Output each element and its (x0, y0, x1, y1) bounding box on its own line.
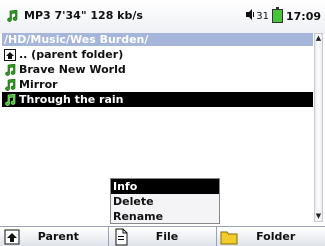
parent-folder-icon (4, 48, 16, 61)
current-path: /HD/Music/Wes Burden/ (2, 33, 313, 46)
status-bar: MP3 7'34" 128 kb/s 31 17:09 (0, 0, 325, 34)
menu-item-info[interactable]: Info (111, 179, 219, 194)
parent-button[interactable]: Parent (0, 226, 109, 246)
music-note-icon (4, 93, 16, 106)
file-list: .. (parent folder) Brave New World Mirro… (2, 47, 313, 107)
folder-button-label: Folder (256, 230, 296, 243)
folder-icon (220, 228, 238, 246)
music-note-icon (6, 9, 18, 22)
menu-item-rename[interactable]: Rename (111, 209, 219, 224)
list-item-parent-folder[interactable]: .. (parent folder) (2, 47, 313, 62)
scrollbar[interactable]: ▲ ▼ (314, 33, 323, 222)
folder-button[interactable]: Folder (217, 226, 325, 246)
battery-icon (271, 7, 283, 23)
list-item-label: Through the rain (19, 93, 124, 106)
menu-item-delete[interactable]: Delete (111, 194, 219, 209)
scroll-down-icon[interactable]: ▼ (315, 212, 322, 221)
list-item[interactable]: Brave New World (2, 62, 313, 77)
volume-level: 31 (256, 10, 269, 22)
file-icon (112, 228, 130, 246)
list-item-selected[interactable]: Through the rain (2, 92, 313, 107)
file-button[interactable]: File (108, 226, 218, 246)
scroll-up-icon[interactable]: ▲ (315, 34, 322, 43)
music-note-icon (4, 78, 16, 91)
music-note-icon (4, 63, 16, 76)
bottom-bar: Parent File Folder (0, 226, 325, 246)
clock: 17:09 (285, 9, 321, 23)
list-item-label: Brave New World (19, 63, 126, 76)
status-left: MP3 7'34" 128 kb/s (6, 9, 143, 22)
parent-folder-icon (3, 228, 21, 246)
list-item[interactable]: Mirror (2, 77, 313, 92)
parent-button-label: Parent (37, 230, 79, 243)
status-right: 31 17:09 (246, 7, 321, 23)
list-item-label: .. (parent folder) (19, 48, 124, 61)
speaker-icon (246, 9, 255, 23)
file-button-label: File (155, 230, 179, 243)
context-menu: Info Delete Rename (110, 178, 220, 224)
format-info: MP3 7'34" 128 kb/s (24, 9, 143, 22)
list-item-label: Mirror (19, 78, 58, 91)
